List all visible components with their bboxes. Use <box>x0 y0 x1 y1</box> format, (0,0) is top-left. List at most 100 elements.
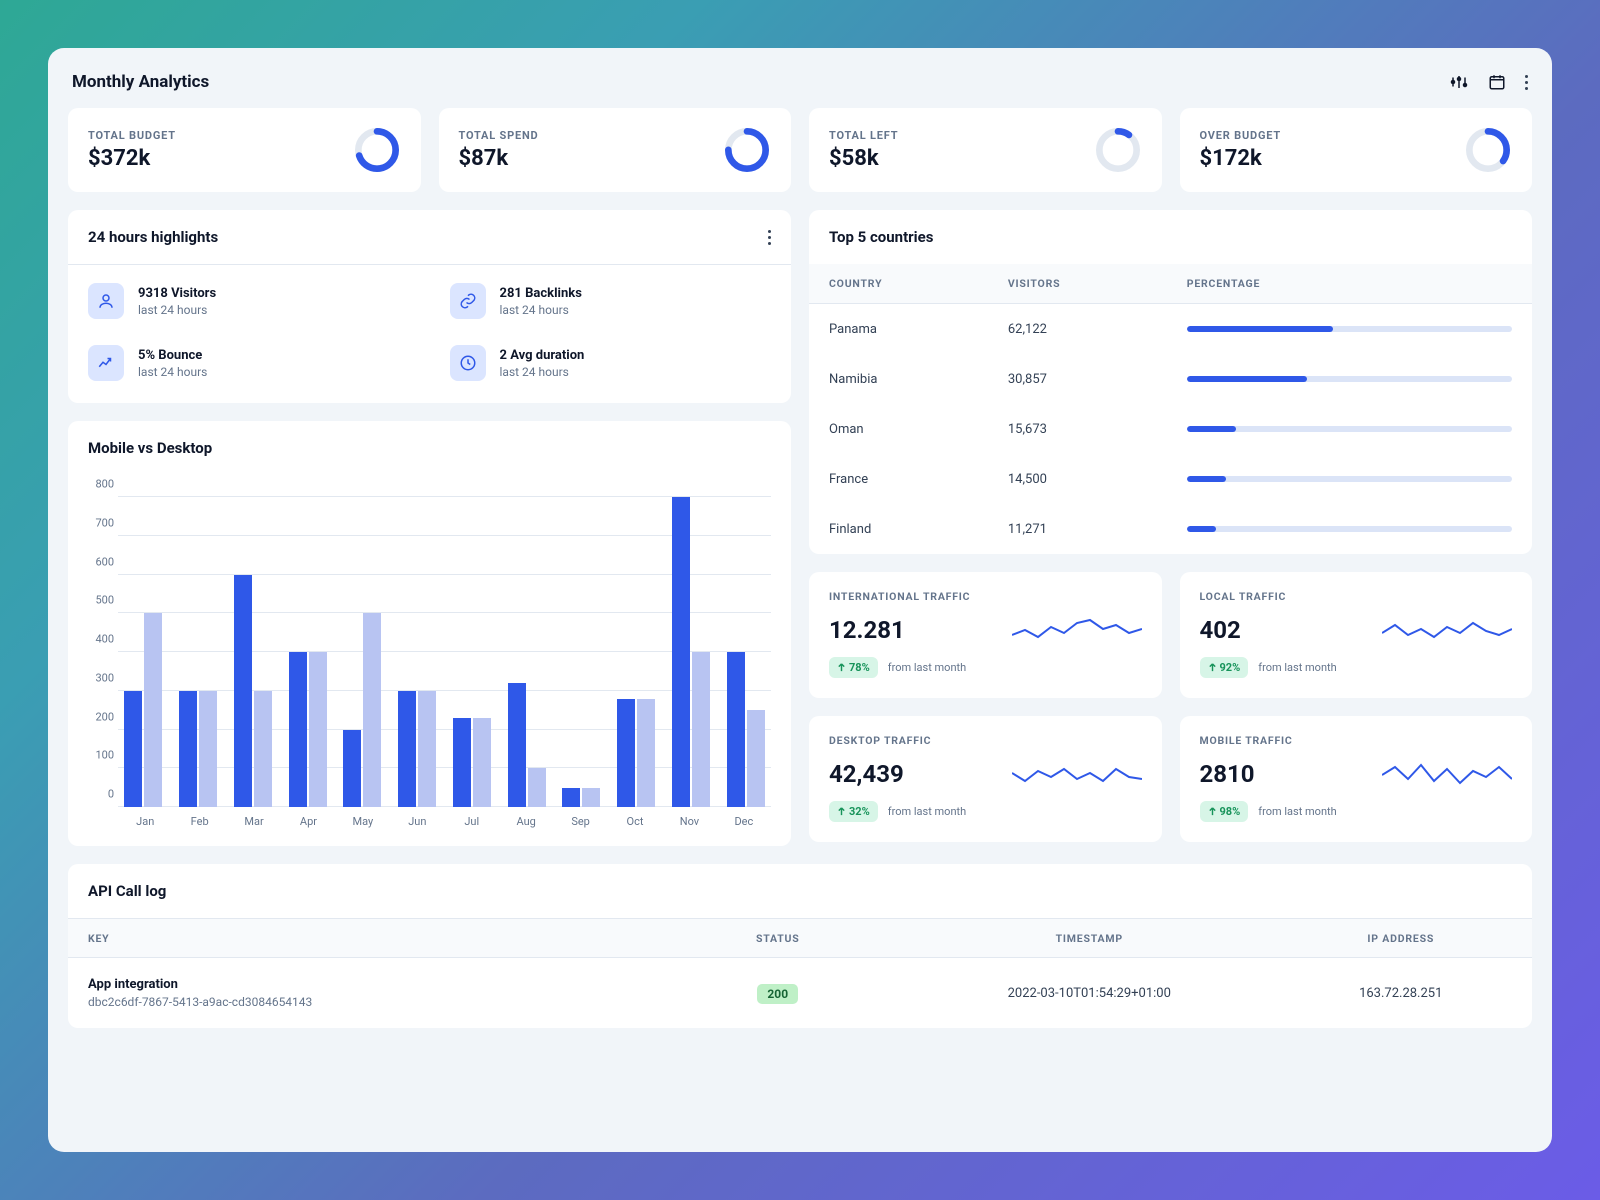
country-row: France 14,500 <box>809 454 1532 504</box>
app-header: Monthly Analytics <box>68 68 1532 108</box>
trend-icon <box>88 345 124 381</box>
y-tick: 100 <box>84 749 114 762</box>
traffic-value: 42,439 <box>829 760 904 788</box>
from-text: from last month <box>888 805 966 818</box>
traffic-label: INTERNATIONAL TRAFFIC <box>829 590 1142 603</box>
delta-pill: 98% <box>1200 801 1249 822</box>
country-name: France <box>829 472 1008 487</box>
api-timestamp: 2022-03-10T01:54:29+01:00 <box>889 986 1290 1001</box>
bar-group <box>722 497 769 807</box>
kpi-row: TOTAL BUDGET $372k TOTAL SPEND $87k TOTA… <box>68 108 1532 192</box>
country-name: Namibia <box>829 372 1008 387</box>
countries-card: Top 5 countries COUNTRY VISITORS PERCENT… <box>809 210 1532 554</box>
y-tick: 700 <box>84 516 114 529</box>
delta-pill: 78% <box>829 657 878 678</box>
delta-pill: 92% <box>1200 657 1249 678</box>
col-header: TIMESTAMP <box>889 932 1290 945</box>
x-tick: Nov <box>662 815 716 828</box>
highlight-item: 9318 Visitors last 24 hours <box>88 283 410 319</box>
highlight-title: 9318 Visitors <box>138 286 216 301</box>
bar-group <box>449 497 496 807</box>
bar-group <box>558 497 605 807</box>
bar-desktop <box>747 710 765 807</box>
bar-group <box>613 497 660 807</box>
traffic-label: LOCAL TRAFFIC <box>1200 590 1513 603</box>
user-icon <box>88 283 124 319</box>
col-header: VISITORS <box>1008 277 1187 290</box>
bar-group <box>339 497 386 807</box>
sparkline-icon <box>1382 613 1512 647</box>
highlight-sub: last 24 hours <box>138 365 207 379</box>
bar-chart: 0100200300400500600700800 <box>118 497 771 807</box>
bar-desktop <box>418 691 436 807</box>
sliders-icon[interactable] <box>1449 72 1469 92</box>
bar-group <box>230 497 277 807</box>
y-tick: 300 <box>84 671 114 684</box>
bar-desktop <box>254 691 272 807</box>
x-tick: Jul <box>445 815 499 828</box>
x-tick: Oct <box>608 815 662 828</box>
bar-mobile <box>398 691 416 807</box>
kpi-value: $87k <box>459 146 539 171</box>
col-header: STATUS <box>667 932 890 945</box>
y-tick: 500 <box>84 594 114 607</box>
bar-desktop <box>692 652 710 807</box>
traffic-value: 2810 <box>1200 760 1255 788</box>
country-visitors: 15,673 <box>1008 422 1187 437</box>
country-visitors: 30,857 <box>1008 372 1187 387</box>
bar-mobile <box>672 497 690 807</box>
x-tick: Jun <box>390 815 444 828</box>
donut-icon <box>1094 126 1142 174</box>
country-visitors: 11,271 <box>1008 522 1187 537</box>
percentage-bar <box>1187 526 1512 532</box>
bar-desktop <box>363 613 381 807</box>
col-header: KEY <box>88 932 667 945</box>
more-icon[interactable] <box>768 230 771 245</box>
highlight-item: 5% Bounce last 24 hours <box>88 345 410 381</box>
x-tick: Jan <box>118 815 172 828</box>
api-log-card: API Call log KEY STATUS TIMESTAMP IP ADD… <box>68 864 1532 1028</box>
highlight-sub: last 24 hours <box>500 303 582 317</box>
traffic-card: INTERNATIONAL TRAFFIC 12.281 78% from la… <box>809 572 1162 698</box>
col-header: PERCENTAGE <box>1187 277 1512 290</box>
sparkline-icon <box>1012 757 1142 791</box>
highlights-card: 24 hours highlights 9318 Visitors last 2… <box>68 210 791 403</box>
traffic-label: DESKTOP TRAFFIC <box>829 734 1142 747</box>
x-tick: Mar <box>227 815 281 828</box>
country-row: Panama 62,122 <box>809 304 1532 354</box>
mobile-vs-desktop-card: Mobile vs Desktop 0100200300400500600700… <box>68 421 791 846</box>
kpi-value: $372k <box>88 146 176 171</box>
bar-desktop <box>528 768 546 807</box>
percentage-bar <box>1187 476 1512 482</box>
x-tick: Dec <box>717 815 771 828</box>
highlight-title: 2 Avg duration <box>500 348 585 363</box>
bar-group <box>175 497 222 807</box>
traffic-label: MOBILE TRAFFIC <box>1200 734 1513 747</box>
kpi-label: TOTAL BUDGET <box>88 129 176 142</box>
highlight-title: 281 Backlinks <box>500 286 582 301</box>
bar-group <box>284 497 331 807</box>
more-icon[interactable] <box>1525 75 1528 90</box>
countries-header: COUNTRY VISITORS PERCENTAGE <box>809 264 1532 304</box>
donut-icon <box>353 126 401 174</box>
country-name: Panama <box>829 322 1008 337</box>
kpi-value: $58k <box>829 146 898 171</box>
kpi-label: TOTAL LEFT <box>829 129 898 142</box>
app-shell: Monthly Analytics TOTAL BUDGET $372k TOT… <box>48 48 1552 1152</box>
donut-icon <box>723 126 771 174</box>
bar-mobile <box>289 652 307 807</box>
calendar-icon[interactable] <box>1487 72 1507 92</box>
link-icon <box>450 283 486 319</box>
x-tick: Apr <box>281 815 335 828</box>
card-title: Top 5 countries <box>829 228 933 246</box>
percentage-bar <box>1187 376 1512 382</box>
highlight-item: 2 Avg duration last 24 hours <box>450 345 772 381</box>
page-title: Monthly Analytics <box>72 72 209 92</box>
country-name: Oman <box>829 422 1008 437</box>
country-row: Finland 11,271 <box>809 504 1532 554</box>
y-tick: 800 <box>84 478 114 491</box>
api-key-hash: dbc2c6df-7867-5413-a9ac-cd3084654143 <box>88 995 667 1009</box>
bar-group <box>668 497 715 807</box>
kpi-label: OVER BUDGET <box>1200 129 1281 142</box>
country-name: Finland <box>829 522 1008 537</box>
